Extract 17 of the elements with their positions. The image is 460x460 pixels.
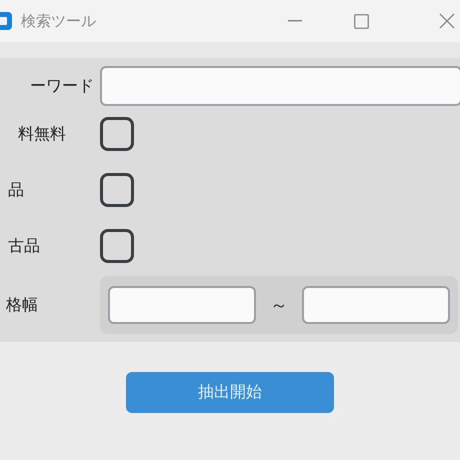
window-title: 検索ツール (21, 12, 96, 30)
price-label: 格幅 (5, 294, 39, 316)
keyword-field[interactable] (100, 66, 460, 106)
checkbox[interactable] (100, 117, 134, 151)
range-separator: ～ (270, 294, 288, 317)
minimize-icon (288, 20, 302, 22)
option-label: 品 (7, 180, 25, 200)
option-label: 料無料 (17, 124, 67, 144)
close-icon (439, 13, 455, 29)
start-button[interactable]: 抽出開始 (126, 372, 334, 413)
checkbox[interactable] (100, 229, 134, 263)
maximize-icon (354, 14, 368, 28)
option-label: 古品 (7, 236, 41, 256)
keyword-label: ーワード (29, 76, 95, 96)
min-price-field[interactable] (108, 286, 256, 324)
max-price-field[interactable] (302, 286, 450, 324)
checkbox[interactable] (100, 173, 134, 207)
